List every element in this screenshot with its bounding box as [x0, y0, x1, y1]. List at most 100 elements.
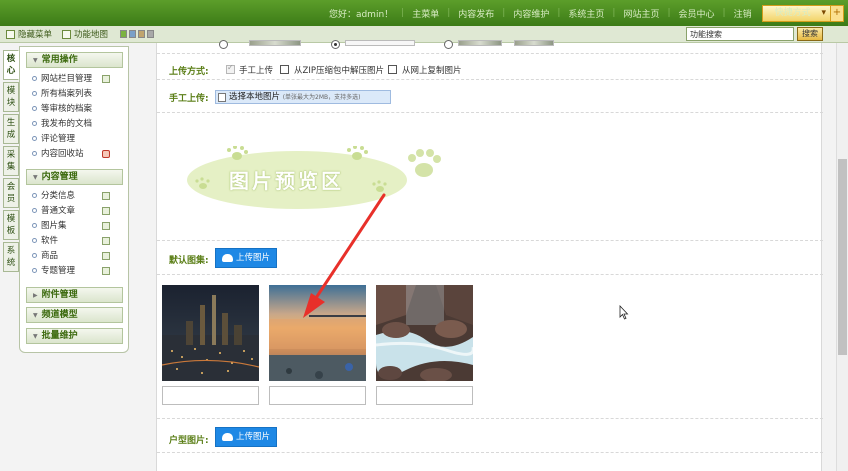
nav-system-home[interactable]: 系统主页	[560, 7, 612, 20]
bullet-icon	[32, 223, 37, 228]
tab-system[interactable]: 系统	[3, 242, 19, 272]
search-input[interactable]: 功能搜索	[686, 27, 794, 41]
sidebar-item-pending[interactable]: 等审核的档案	[32, 103, 124, 116]
web-copy-checkbox[interactable]	[388, 65, 397, 74]
rocky-stream-photo[interactable]	[376, 285, 473, 381]
top-nav: 您好：admin！ | 主菜单 | 内容发布 | 内容维护 | 系统主页 | 网…	[321, 0, 848, 26]
section-channel-models[interactable]: ▼ 频道模型	[26, 307, 123, 323]
module-tabs: 核心 模块 生成 采集 会员 模板 系统	[3, 50, 19, 274]
tab-templates[interactable]: 模板	[3, 210, 19, 240]
search-button[interactable]: 搜索	[797, 27, 823, 41]
skin-brown-icon[interactable]	[138, 30, 145, 38]
add-icon[interactable]	[102, 207, 110, 215]
sub-toolbar: 隐藏菜单 功能地图 功能搜索 搜索	[0, 26, 848, 43]
add-icon[interactable]	[102, 237, 110, 245]
upload-button-label: 上传图片	[236, 432, 271, 442]
nav-logout[interactable]: 注销	[726, 7, 760, 20]
file-icon	[218, 93, 226, 102]
section-label: 频道模型	[41, 310, 78, 320]
upload-mode-label: 上传方式:	[169, 67, 209, 77]
thumb-radio[interactable]	[219, 40, 228, 49]
sidebar-item-column-manage[interactable]: 网站栏目管理	[32, 73, 124, 86]
bullet-icon	[32, 268, 37, 273]
section-common[interactable]: ▼ 常用操作	[26, 52, 123, 68]
sidebar-item-software[interactable]: 软件	[32, 235, 124, 248]
sidebar-item-topics[interactable]: 专题管理	[32, 265, 124, 278]
divider	[157, 240, 823, 241]
sidebar-item-products[interactable]: 商品	[32, 250, 124, 263]
section-attachments[interactable]: ▶ 附件管理	[26, 287, 123, 303]
upload-button-label: 上传图片	[236, 253, 271, 263]
thumb-radio-selected[interactable]	[331, 40, 340, 49]
quick-access-button[interactable]: 快捷方式 ▾	[761, 4, 831, 22]
quick-access[interactable]: 快捷方式 ▾ +	[761, 4, 844, 22]
content-area: 上传方式: 手工上传 从ZIP压缩包中解压图片 从网上复制图片 手工上传: 选择…	[156, 40, 823, 471]
city-night-photo[interactable]	[162, 285, 259, 381]
sidebar-item-my-docs[interactable]: 我发布的文档	[32, 118, 124, 131]
sidebar-item-recycle[interactable]: 内容回收站	[32, 148, 124, 161]
skin-blue-icon[interactable]	[129, 30, 136, 38]
section-content[interactable]: ▼ 内容管理	[26, 169, 123, 185]
tab-members[interactable]: 会员	[3, 178, 19, 208]
mouse-cursor-icon	[619, 305, 629, 320]
upload-images-button[interactable]: 上传图片	[215, 248, 278, 268]
sidebar-item-comments[interactable]: 评论管理	[32, 133, 124, 146]
sunset-bridge-photo[interactable]	[269, 285, 366, 381]
nav-site-home[interactable]: 网站主页	[615, 7, 667, 20]
top-header: 您好：admin！ | 主菜单 | 内容发布 | 内容维护 | 系统主页 | 网…	[0, 0, 848, 26]
skin-gray-icon[interactable]	[147, 30, 154, 38]
nav-member-center[interactable]: 会员中心	[671, 7, 723, 20]
hide-menu-label: 隐藏菜单	[18, 30, 53, 40]
add-icon[interactable]	[102, 192, 110, 200]
sidebar-item-label: 内容回收站	[41, 149, 84, 159]
section-batch[interactable]: ▼ 批量维护	[26, 328, 123, 344]
divider	[157, 274, 823, 275]
image-caption-input[interactable]	[162, 386, 259, 405]
house-images-label: 户型图片:	[169, 436, 209, 446]
section-label: 批量维护	[41, 331, 78, 341]
thumb-radio[interactable]	[444, 40, 453, 49]
bullet-icon	[32, 91, 37, 96]
nav-publish[interactable]: 内容发布	[450, 7, 502, 20]
hide-menu-icon	[6, 29, 15, 39]
site-map-link[interactable]: 功能地图	[62, 28, 108, 40]
sidebar-item-image-sets[interactable]: 图片集	[32, 220, 124, 233]
divider	[157, 79, 823, 80]
skin-green-icon[interactable]	[120, 30, 127, 38]
sidebar-item-articles[interactable]: 普通文章	[32, 205, 124, 218]
vertical-scrollbar[interactable]	[836, 43, 848, 471]
image-caption-input[interactable]	[269, 386, 366, 405]
nav-main-menu[interactable]: 主菜单	[404, 7, 447, 20]
tab-modules[interactable]: 模块	[3, 82, 19, 112]
add-icon[interactable]	[102, 267, 110, 275]
add-icon[interactable]	[102, 222, 110, 230]
hide-menu-link[interactable]: 隐藏菜单	[6, 28, 52, 40]
tab-core[interactable]: 核心	[3, 50, 19, 80]
tab-generate[interactable]: 生成	[3, 114, 19, 144]
bullet-icon	[32, 253, 37, 258]
nav-maintain[interactable]: 内容维护	[505, 7, 557, 20]
quick-add-button[interactable]: +	[831, 4, 844, 22]
thumb-preview	[514, 40, 554, 46]
scrollbar-thumb[interactable]	[838, 159, 847, 355]
zip-upload-checkbox[interactable]	[280, 65, 289, 74]
expand-icon: ▶	[33, 292, 38, 299]
sidebar-item-classified[interactable]: 分类信息	[32, 190, 124, 203]
shield-icon[interactable]	[102, 150, 110, 158]
image-caption-input[interactable]	[376, 386, 473, 405]
add-icon[interactable]	[102, 252, 110, 260]
manual-upload-label: 手工上传:	[169, 94, 209, 104]
sidebar-item-label: 分类信息	[41, 191, 76, 201]
quick-access-label: 快捷方式	[774, 7, 811, 18]
site-map-icon	[62, 29, 71, 39]
add-icon[interactable]	[102, 75, 110, 83]
manual-upload-checkbox[interactable]	[226, 63, 235, 74]
tab-collect[interactable]: 采集	[3, 146, 19, 176]
select-local-image-button[interactable]: 选择本地图片 (单张最大为2MB，支持多选)	[215, 90, 391, 104]
collapse-icon: ▼	[33, 57, 38, 64]
sidebar-item-all-archives[interactable]: 所有档案列表	[32, 88, 124, 101]
expand-icon: ▼	[33, 312, 38, 319]
upload-house-images-button[interactable]: 上传图片	[215, 427, 278, 447]
sidebar-item-label: 普通文章	[41, 206, 76, 216]
skin-switcher[interactable]	[120, 30, 154, 38]
